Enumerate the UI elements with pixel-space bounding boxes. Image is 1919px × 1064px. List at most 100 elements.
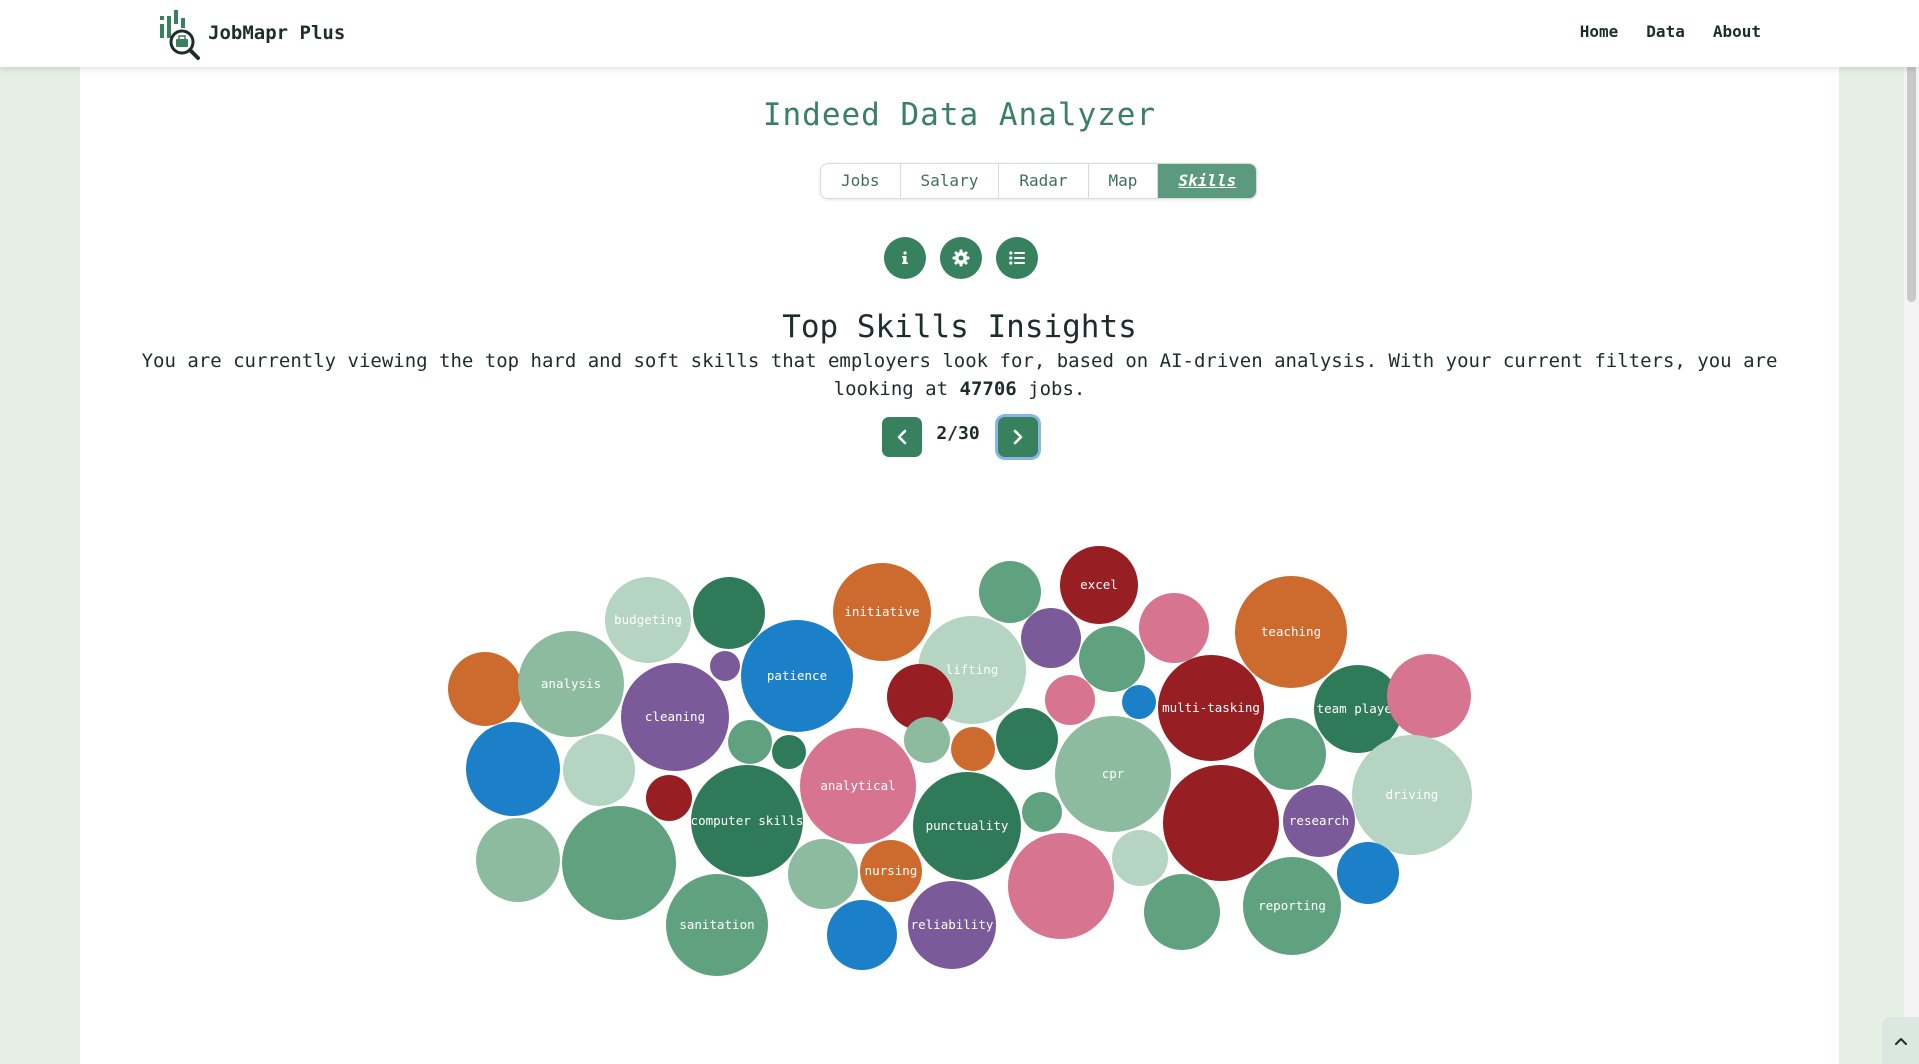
bubble-1[interactable] bbox=[693, 577, 765, 649]
bubble-label: initiative bbox=[844, 604, 919, 619]
bubble-label: driving bbox=[1386, 787, 1439, 802]
bubble-36[interactable] bbox=[1163, 765, 1279, 881]
bubble-reliability[interactable]: reliability bbox=[908, 881, 996, 969]
bubble-label: analytical bbox=[820, 778, 895, 793]
bubble-circle[interactable] bbox=[1163, 765, 1279, 881]
bubble-label: teaching bbox=[1261, 624, 1321, 639]
bubble-computer-skills[interactable]: computer skills bbox=[691, 765, 804, 877]
navbar: JobMapr Plus Home Data About bbox=[0, 0, 1919, 67]
bubble-39[interactable] bbox=[562, 806, 676, 920]
bubble-label: sanitation bbox=[679, 917, 754, 932]
bubble-circle[interactable] bbox=[1144, 874, 1220, 950]
chevron-up-icon bbox=[1894, 1037, 1907, 1045]
bubble-label: lifting bbox=[946, 662, 999, 677]
bubble-38[interactable] bbox=[476, 818, 560, 902]
bubble-20[interactable] bbox=[1387, 654, 1471, 738]
nav-about-link[interactable]: About bbox=[1713, 22, 1761, 41]
bubble-label: reporting bbox=[1258, 898, 1326, 913]
scrollbar[interactable] bbox=[1904, 0, 1919, 1064]
bubble-circle[interactable] bbox=[693, 577, 765, 649]
bubble-multi-tasking[interactable]: multi-tasking bbox=[1158, 655, 1264, 761]
bubble-reporting[interactable]: reporting bbox=[1243, 857, 1341, 955]
bubble-circle[interactable] bbox=[1022, 792, 1062, 832]
bubble-46[interactable] bbox=[827, 900, 897, 970]
bubble-analysis[interactable]: analysis bbox=[518, 631, 624, 737]
nav-data-link[interactable]: Data bbox=[1646, 22, 1685, 41]
bubble-analytical[interactable]: analytical bbox=[800, 728, 916, 844]
bubble-circle[interactable] bbox=[772, 735, 806, 769]
bubble-circle[interactable] bbox=[562, 806, 676, 920]
bubble-circle[interactable] bbox=[1254, 718, 1326, 790]
bubble-circle[interactable] bbox=[1387, 654, 1471, 738]
bubble-circle[interactable] bbox=[951, 727, 995, 771]
bubble-21[interactable] bbox=[466, 722, 560, 816]
bubble-circle[interactable] bbox=[1021, 608, 1081, 668]
bubble-driving[interactable]: driving bbox=[1352, 735, 1472, 855]
bubble-5[interactable] bbox=[1139, 593, 1209, 663]
bubble-27[interactable] bbox=[996, 708, 1058, 770]
bubble-circle[interactable] bbox=[646, 775, 692, 821]
bubble-circle[interactable] bbox=[1079, 626, 1145, 692]
bubble-label: cpr bbox=[1102, 766, 1125, 781]
bubble-circle[interactable] bbox=[466, 722, 560, 816]
bubble-patience[interactable]: patience bbox=[741, 620, 853, 732]
bubble-43[interactable] bbox=[1112, 830, 1168, 886]
bubble-circle[interactable] bbox=[710, 651, 740, 681]
bubble-22[interactable] bbox=[563, 734, 635, 806]
bubble-26[interactable] bbox=[951, 727, 995, 771]
bubble-cpr[interactable]: cpr bbox=[1055, 716, 1171, 832]
bubble-initiative[interactable]: initiative bbox=[833, 563, 931, 661]
bubble-sanitation[interactable]: sanitation bbox=[666, 874, 768, 976]
bubble-3[interactable] bbox=[979, 561, 1041, 623]
logo-icon bbox=[160, 10, 200, 60]
bubble-7[interactable] bbox=[448, 652, 522, 726]
bubble-31[interactable] bbox=[646, 775, 692, 821]
bubble-circle[interactable] bbox=[1122, 685, 1156, 719]
bubble-17[interactable] bbox=[1122, 685, 1156, 719]
bubble-cleaning[interactable]: cleaning bbox=[621, 663, 729, 771]
bubble-13[interactable] bbox=[1021, 608, 1081, 668]
bubble-42[interactable] bbox=[1008, 833, 1114, 939]
bubble-label: research bbox=[1289, 813, 1349, 828]
bubble-circle[interactable] bbox=[827, 900, 897, 970]
bubble-9[interactable] bbox=[710, 651, 740, 681]
bubble-circle[interactable] bbox=[563, 734, 635, 806]
bubble-label: cleaning bbox=[645, 709, 705, 724]
bubble-circle[interactable] bbox=[1112, 830, 1168, 886]
nav-home-link[interactable]: Home bbox=[1580, 22, 1619, 41]
bubble-circle[interactable] bbox=[1139, 593, 1209, 663]
bubble-24[interactable] bbox=[772, 735, 806, 769]
bubble-circle[interactable] bbox=[1008, 833, 1114, 939]
bubble-circle[interactable] bbox=[476, 818, 560, 902]
bubble-circle[interactable] bbox=[996, 708, 1058, 770]
brand-link[interactable]: JobMapr Plus bbox=[158, 6, 345, 60]
bubble-44[interactable] bbox=[1337, 842, 1399, 904]
bubble-circle[interactable] bbox=[448, 652, 522, 726]
bubble-16[interactable] bbox=[1045, 675, 1095, 725]
bubble-budgeting[interactable]: budgeting bbox=[605, 577, 691, 663]
bubble-48[interactable] bbox=[1144, 874, 1220, 950]
bubble-nursing[interactable]: nursing bbox=[860, 840, 922, 902]
bubble-40[interactable] bbox=[788, 839, 858, 909]
bubble-35[interactable] bbox=[1022, 792, 1062, 832]
bubble-label: computer skills bbox=[691, 813, 804, 828]
scroll-to-top-button[interactable] bbox=[1882, 1017, 1919, 1064]
bubble-teaching[interactable]: teaching bbox=[1235, 576, 1347, 688]
bubble-29[interactable] bbox=[1254, 718, 1326, 790]
bubble-circle[interactable] bbox=[1045, 675, 1095, 725]
bubble-circle[interactable] bbox=[728, 720, 772, 764]
bubble-circle[interactable] bbox=[1337, 842, 1399, 904]
bubble-circle[interactable] bbox=[979, 561, 1041, 623]
bubble-punctuality[interactable]: punctuality bbox=[913, 772, 1021, 880]
bubble-label: patience bbox=[767, 668, 827, 683]
skills-bubble-chart: budgeting initiative excel teaching analysis… bbox=[448, 546, 1472, 976]
bubble-label: nursing bbox=[865, 863, 918, 878]
bubble-circle[interactable] bbox=[904, 717, 950, 763]
bubble-circle[interactable] bbox=[788, 839, 858, 909]
bubble-14[interactable] bbox=[1079, 626, 1145, 692]
bubble-excel[interactable]: excel bbox=[1060, 546, 1138, 624]
bubble-25[interactable] bbox=[904, 717, 950, 763]
bubble-research[interactable]: research bbox=[1283, 785, 1355, 857]
bubble-23[interactable] bbox=[728, 720, 772, 764]
bubble-label: excel bbox=[1080, 577, 1118, 592]
